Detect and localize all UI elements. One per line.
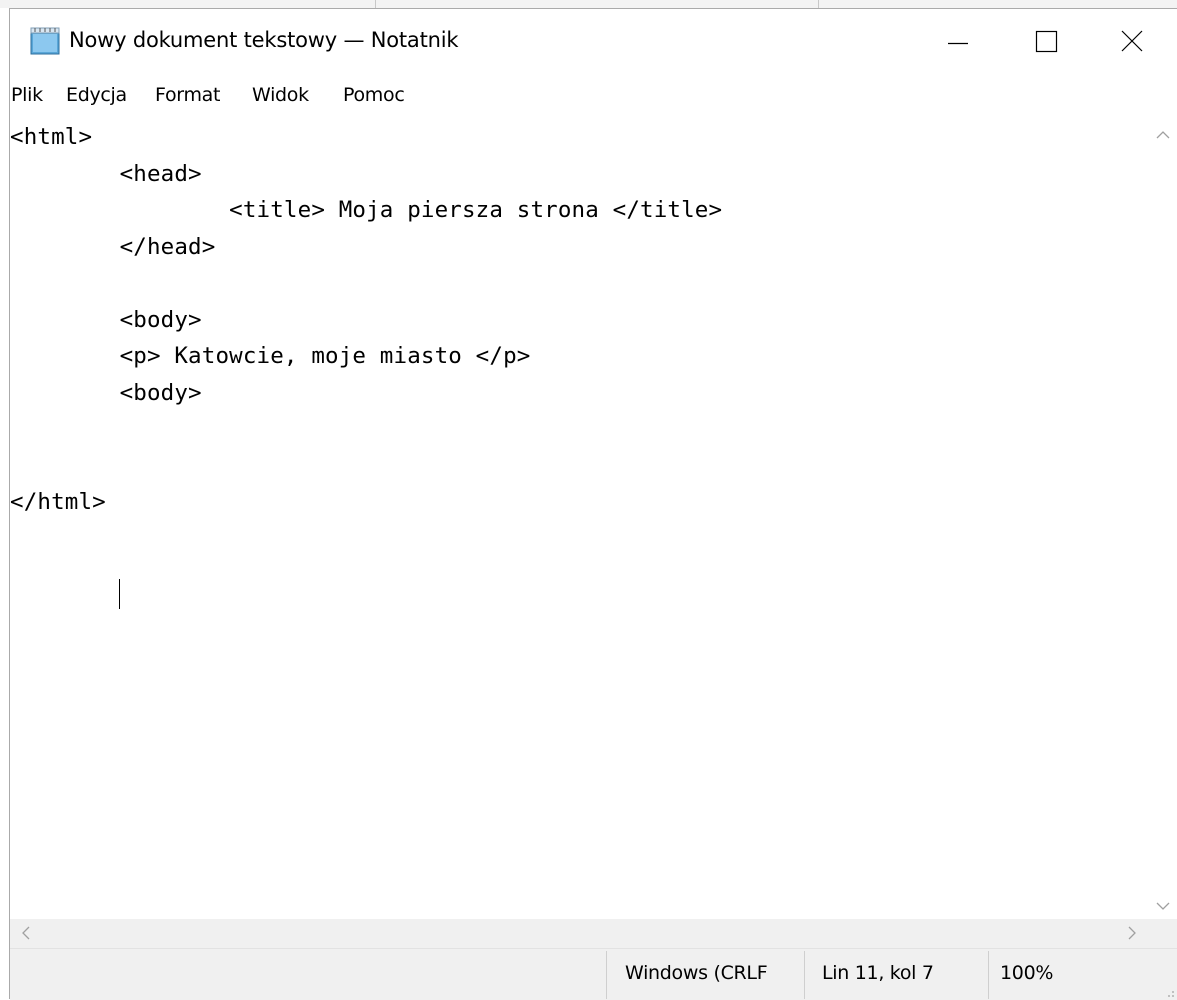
close-button[interactable] (1088, 9, 1176, 75)
minimize-button[interactable] (916, 9, 1004, 75)
menu-widok[interactable]: Widok (252, 84, 309, 106)
notepad-window: Nowy dokument tekstowy — Notatnik Plik E… (9, 8, 1177, 1000)
status-separator (988, 951, 989, 999)
title-bar[interactable]: Nowy dokument tekstowy — Notatnik (10, 9, 1177, 75)
status-zoom: 100% (1000, 962, 1054, 984)
status-line-endings: Windows (CRLF (625, 962, 768, 984)
vertical-scrollbar[interactable] (1149, 119, 1177, 919)
window-title: Nowy dokument tekstowy — Notatnik (69, 28, 459, 52)
menu-format[interactable]: Format (155, 84, 220, 106)
background-separator (818, 0, 819, 8)
menu-plik[interactable]: Plik (11, 84, 43, 106)
editor-content[interactable]: <html> <head> <title> Moja piersza stron… (10, 119, 722, 521)
scrollbar-corner (1149, 919, 1177, 948)
maximize-button[interactable] (1002, 9, 1090, 75)
background-window-strip (0, 0, 1177, 8)
notepad-icon (30, 27, 60, 55)
text-caret (119, 579, 120, 609)
close-icon (1121, 30, 1143, 52)
resize-grip-icon[interactable] (1163, 986, 1175, 998)
status-separator (606, 951, 607, 999)
menu-bar: Plik Edycja Format Widok Pomoc (10, 75, 1177, 119)
background-separator (375, 0, 376, 8)
status-bar: Windows (CRLF Lin 11, kol 7 100% (10, 948, 1177, 1000)
menu-edycja[interactable]: Edycja (66, 84, 127, 106)
maximize-icon (1035, 30, 1058, 53)
chevron-up-icon[interactable] (1155, 129, 1171, 141)
minimize-icon (948, 42, 968, 45)
horizontal-scrollbar[interactable] (10, 919, 1149, 948)
chevron-down-icon[interactable] (1155, 900, 1171, 912)
status-cursor-position: Lin 11, kol 7 (822, 962, 934, 984)
status-separator (804, 951, 805, 999)
chevron-right-icon[interactable] (1126, 925, 1138, 941)
menu-pomoc[interactable]: Pomoc (343, 84, 405, 106)
text-editor[interactable]: <html> <head> <title> Moja piersza stron… (10, 119, 1149, 919)
chevron-left-icon[interactable] (20, 925, 32, 941)
